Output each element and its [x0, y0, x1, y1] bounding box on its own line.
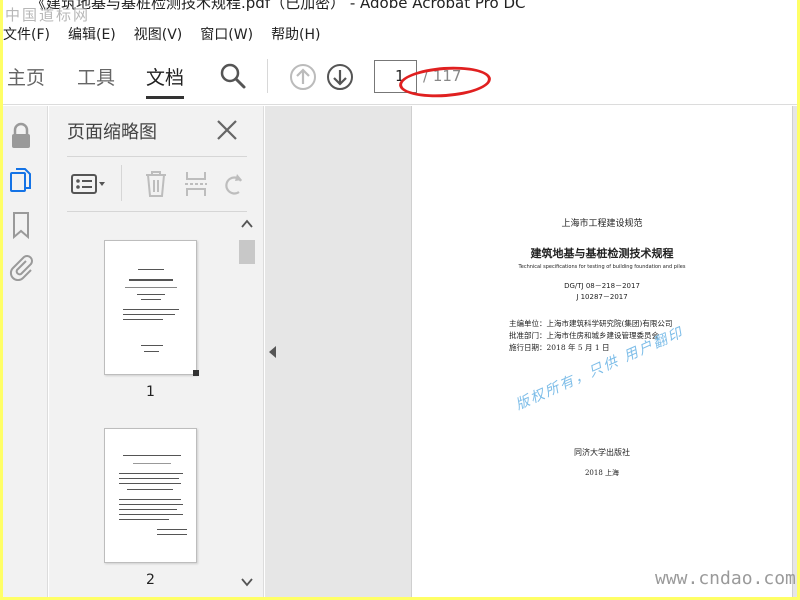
thumb-text-line — [137, 294, 165, 295]
doc-editor: 主编单位：上海市建筑科学研究院(集团)有限公司 — [509, 319, 673, 328]
pdf-page: 上海市工程建设规范 建筑地基与基桩检测技术规程 Technical specif… — [411, 106, 793, 597]
left-icon-rail — [3, 106, 48, 597]
thumb-text-line — [123, 455, 181, 456]
menu-view[interactable]: 视图(V) — [134, 24, 183, 46]
arrow-down-icon[interactable] — [326, 63, 354, 95]
thumbnail-page-label: 1 — [146, 384, 155, 400]
thumb-text-line — [119, 483, 181, 484]
thumb-text-line — [157, 534, 187, 535]
tab-tools[interactable]: 工具 — [77, 66, 115, 90]
thumb-text-line — [144, 351, 159, 352]
doc-title: 建筑地基与基桩检测技术规程 — [530, 247, 674, 260]
rotate-icon[interactable] — [221, 169, 247, 203]
trash-icon[interactable] — [143, 169, 169, 203]
scroll-up-icon[interactable] — [241, 214, 253, 233]
scrollbar-thumb[interactable] — [239, 240, 255, 264]
search-icon[interactable] — [219, 62, 247, 94]
extract-icon[interactable] — [183, 169, 209, 203]
thumb-text-line — [141, 345, 163, 346]
page-thumbnail[interactable] — [104, 240, 199, 376]
doc-series: 上海市工程建设规范 — [561, 219, 643, 229]
menu-file[interactable]: 文件(F) — [3, 24, 50, 46]
tab-home[interactable]: 主页 — [7, 66, 45, 90]
thumb-text-line — [157, 529, 187, 530]
thumb-text-line — [119, 509, 177, 510]
menu-edit[interactable]: 编辑(E) — [68, 24, 116, 46]
thumb-text-line — [119, 514, 183, 515]
thumb-text-line — [123, 314, 175, 315]
panel-title: 页面缩略图 — [67, 122, 157, 143]
thumb-text-line — [125, 287, 177, 288]
doc-date: 施行日期：2018 年 5 月 1 日 — [509, 343, 610, 352]
thumb-text-line — [119, 519, 169, 520]
options-icon[interactable] — [71, 173, 107, 199]
site-watermark: www.cndao.com — [655, 568, 796, 589]
acrobat-window: 《建筑地基与基桩检测技术规程.pdf（已加密） - Adobe Acrobat … — [3, 0, 797, 597]
document-view[interactable]: 上海市工程建设规范 建筑地基与基桩检测技术规程 Technical specif… — [265, 106, 797, 597]
thumb-text-line — [127, 489, 173, 490]
doc-subtitle-en: Technical specifications for testing of … — [518, 264, 686, 270]
thumbnail-scrollbar[interactable] — [238, 212, 256, 597]
thumbnail-page-label: 2 — [146, 572, 155, 588]
pages-icon[interactable] — [8, 166, 34, 198]
collapse-left-icon[interactable] — [268, 344, 278, 363]
tab-document[interactable]: 文档 — [146, 66, 185, 99]
site-watermark-top: 中国道标网 — [5, 6, 91, 24]
doc-publisher: 同济大学出版社 — [574, 448, 630, 457]
lock-icon[interactable] — [8, 122, 34, 154]
scroll-down-icon[interactable] — [241, 572, 253, 591]
attachment-icon[interactable] — [8, 253, 34, 285]
thumb-text-line — [129, 279, 173, 281]
thumb-text-line — [123, 309, 179, 310]
thumb-resize-handle[interactable] — [193, 370, 199, 376]
window-title: 《建筑地基与基桩检测技术规程.pdf（已加密） - Adobe Acrobat … — [3, 0, 797, 14]
panel-toolbar-separator — [121, 165, 122, 201]
page-thumbnails-panel: 页面缩略图 1 2 — [49, 106, 264, 597]
thumb-text-line — [119, 499, 181, 500]
doc-code-1: DG/TJ 08－218－2017 — [564, 282, 640, 290]
thumb-text-line — [119, 473, 183, 474]
menu-window[interactable]: 窗口(W) — [200, 24, 253, 46]
thumb-text-line — [119, 504, 183, 505]
thumbnail-toolbar — [67, 156, 247, 212]
thumb-text-line — [138, 269, 164, 270]
doc-place-year: 2018 上海 — [584, 469, 620, 477]
page-thumbnail[interactable] — [104, 428, 197, 563]
close-icon[interactable] — [215, 118, 239, 146]
menu-help[interactable]: 帮助(H) — [271, 24, 320, 46]
arrow-up-icon[interactable] — [289, 63, 317, 95]
thumb-text-line — [123, 319, 163, 320]
thumb-text-line — [141, 299, 161, 300]
bookmark-icon[interactable] — [8, 210, 34, 244]
thumb-text-line — [119, 478, 179, 479]
thumb-text-line — [133, 463, 171, 464]
main-toolbar: 主页 工具 文档 1 / 117 — [3, 47, 797, 105]
toolbar-separator — [267, 59, 268, 93]
menu-bar: 文件(F) 编辑(E) 视图(V) 窗口(W) 帮助(H) — [3, 24, 797, 46]
doc-code-2: J 10287－2017 — [576, 293, 628, 301]
